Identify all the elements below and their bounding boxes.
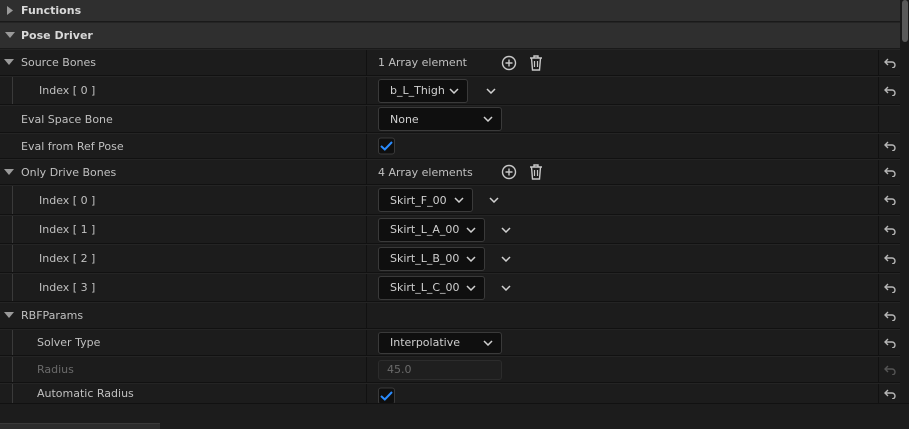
- bone-dropdown[interactable]: Skirt_L_B_00: [378, 246, 485, 271]
- bottom-tab[interactable]: [0, 423, 160, 429]
- reset-to-default-icon[interactable]: [878, 186, 900, 214]
- eval-space-bone-dropdown[interactable]: None: [378, 107, 502, 131]
- array-index-label: Index [ 2 ]: [39, 252, 96, 265]
- property-label-solver-type: Solver Type: [37, 336, 101, 349]
- radius-input: 45.0: [378, 359, 502, 380]
- vertical-scrollbar[interactable]: [900, 0, 909, 403]
- property-row-radius: Radius 45.0: [0, 357, 900, 383]
- property-label-eval-from-ref-pose: Eval from Ref Pose: [21, 139, 124, 153]
- array-index-label: Index [ 1 ]: [39, 223, 96, 236]
- reset-cell-empty: [878, 106, 900, 132]
- triangle-down-icon[interactable]: [4, 160, 14, 184]
- chevron-down-icon[interactable]: [501, 216, 511, 243]
- bone-dropdown[interactable]: Skirt_L_C_00: [378, 275, 485, 300]
- triangle-down-icon[interactable]: [4, 50, 14, 75]
- add-element-icon[interactable]: [501, 55, 517, 71]
- solver-type-dropdown[interactable]: Interpolative: [378, 331, 502, 354]
- property-row-solver-type: Solver Type Interpolative: [0, 330, 900, 356]
- array-index-label: Index [ 0 ]: [39, 193, 96, 207]
- array-count-source-bones: 1 Array element: [378, 56, 467, 69]
- chevron-down-icon[interactable]: [486, 77, 496, 104]
- array-index-label: Index [ 3 ]: [39, 281, 96, 294]
- bone-dropdown-value: Skirt_L_C_00: [390, 281, 460, 294]
- reset-to-default-icon[interactable]: [878, 245, 900, 272]
- bone-dropdown[interactable]: Skirt_F_00: [378, 188, 473, 212]
- property-row-source-bones: Source Bones 1 Array element: [0, 50, 900, 76]
- property-label-eval-space-bone: Eval Space Bone: [21, 112, 113, 126]
- trash-icon[interactable]: [528, 164, 544, 180]
- chevron-down-icon: [466, 219, 476, 241]
- add-element-icon[interactable]: [501, 164, 517, 180]
- details-panel: Functions Pose Driver Source Bones 1 Arr…: [0, 0, 900, 403]
- radius-value: 45.0: [387, 363, 412, 376]
- automatic-radius-checkbox[interactable]: [378, 387, 395, 403]
- property-label-radius: Radius: [37, 363, 74, 376]
- array-element-row: Index [ 0 ] b_L_Thigh: [0, 77, 900, 105]
- reset-to-default-icon[interactable]: [878, 216, 900, 243]
- category-pose-driver[interactable]: Pose Driver: [0, 23, 900, 49]
- checkmark-icon: [380, 391, 393, 401]
- chevron-down-icon: [466, 277, 476, 299]
- property-label-automatic-radius: Automatic Radius: [37, 387, 134, 400]
- category-functions[interactable]: Functions: [0, 0, 900, 22]
- reset-to-default-icon[interactable]: [878, 77, 900, 104]
- chevron-down-icon: [449, 80, 459, 102]
- category-title-functions: Functions: [21, 4, 82, 17]
- eval-from-ref-pose-checkbox[interactable]: [378, 137, 395, 155]
- scrollbar-thumb[interactable]: [902, 0, 908, 42]
- property-label-only-drive-bones: Only Drive Bones: [21, 165, 117, 179]
- bone-dropdown-value: Skirt_F_00: [390, 193, 447, 207]
- chevron-down-icon: [466, 248, 476, 270]
- array-count-only-drive-bones: 4 Array elements: [378, 165, 473, 179]
- checkmark-icon: [380, 141, 393, 151]
- property-row-only-drive-bones: Only Drive Bones 4 Array elements: [0, 160, 900, 185]
- trash-icon[interactable]: [528, 54, 544, 71]
- chevron-down-icon[interactable]: [501, 274, 511, 301]
- property-row-eval-space-bone: Eval Space Bone None: [0, 106, 900, 133]
- reset-to-default-icon[interactable]: [878, 274, 900, 301]
- triangle-down-icon[interactable]: [5, 23, 15, 48]
- chevron-down-icon: [483, 108, 493, 130]
- property-row-rbf-params: RBFParams: [0, 303, 900, 329]
- eval-space-bone-value: None: [390, 112, 419, 126]
- array-element-row: Index [ 2 ] Skirt_L_B_00: [0, 245, 900, 273]
- reset-to-default-icon[interactable]: [878, 134, 900, 158]
- chevron-down-icon[interactable]: [489, 186, 499, 214]
- chevron-down-icon[interactable]: [501, 245, 511, 272]
- property-label-rbf-params: RBFParams: [21, 309, 84, 322]
- array-index-label: Index [ 0 ]: [39, 84, 96, 97]
- property-row-eval-from-ref-pose: Eval from Ref Pose: [0, 134, 900, 159]
- bone-dropdown[interactable]: Skirt_L_A_00: [378, 217, 485, 242]
- reset-to-default-icon: [878, 357, 900, 382]
- property-label-source-bones: Source Bones: [21, 56, 97, 69]
- bone-dropdown-value: Skirt_L_A_00: [390, 223, 460, 236]
- array-element-row: Index [ 1 ] Skirt_L_A_00: [0, 216, 900, 244]
- array-element-row: Index [ 0 ] Skirt_F_00: [0, 186, 900, 215]
- chevron-down-icon: [454, 189, 464, 211]
- reset-to-default-icon[interactable]: [878, 384, 900, 403]
- property-row-automatic-radius: Automatic Radius: [0, 384, 900, 403]
- bone-dropdown[interactable]: b_L_Thigh: [378, 78, 468, 103]
- reset-to-default-icon[interactable]: [878, 160, 900, 184]
- reset-to-default-icon[interactable]: [878, 330, 900, 355]
- solver-type-value: Interpolative: [390, 336, 460, 349]
- bone-dropdown-value: Skirt_L_B_00: [390, 252, 460, 265]
- triangle-right-icon[interactable]: [5, 0, 15, 21]
- category-title-pose-driver: Pose Driver: [21, 29, 93, 42]
- array-element-row: Index [ 3 ] Skirt_L_C_00: [0, 274, 900, 302]
- bone-dropdown-value: b_L_Thigh: [390, 84, 445, 97]
- reset-to-default-icon[interactable]: [878, 50, 900, 75]
- reset-to-default-icon[interactable]: [878, 303, 900, 328]
- chevron-down-icon: [483, 333, 493, 353]
- triangle-down-icon[interactable]: [4, 303, 14, 328]
